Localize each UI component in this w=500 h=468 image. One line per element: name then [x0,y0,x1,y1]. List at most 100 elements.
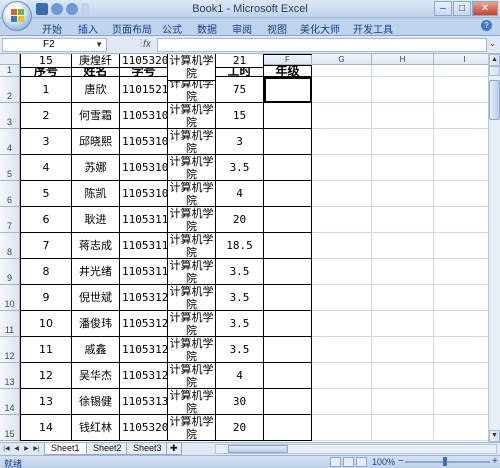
table-cell[interactable]: 苏娜 [72,155,120,181]
chevron-down-icon[interactable]: ▼ [95,39,103,51]
cell[interactable] [434,77,488,103]
expand-formula-bar-icon[interactable]: ⌄ [489,39,496,48]
table-cell[interactable]: 11053110 [120,207,168,233]
table-cell[interactable]: 计算机学院 [168,155,216,181]
column-header[interactable]: I [434,54,488,65]
cell[interactable] [434,129,488,155]
tab-home[interactable]: 开始 [42,21,62,36]
cell[interactable] [434,65,488,77]
table-cell[interactable]: 20 [216,207,264,233]
sheet-tab-2[interactable]: Sheet2 [86,443,129,455]
table-cell[interactable]: 8 [20,259,72,285]
table-cell[interactable]: 3 [216,129,264,155]
table-cell[interactable]: 4 [20,155,72,181]
formula-input[interactable] [157,38,487,52]
row-header[interactable]: 7 [0,207,20,233]
table-cell[interactable]: 计算机学院 [168,181,216,207]
page-break-view-icon[interactable] [356,457,367,467]
row-header[interactable]: 6 [0,181,20,207]
office-button[interactable] [2,1,32,31]
table-cell[interactable] [264,233,312,259]
column-header[interactable]: H [372,54,434,65]
table-cell[interactable] [264,389,312,415]
table-cell[interactable]: 5 [20,181,72,207]
horizontal-scrollbar[interactable] [215,444,497,454]
table-cell[interactable]: 计算机学院 [168,54,216,81]
table-cell[interactable]: 11053203 [120,415,168,441]
table-cell[interactable]: 11053108 [120,181,168,207]
cell[interactable] [434,259,488,285]
table-cell[interactable]: 徐锡健 [72,389,120,415]
table-cell[interactable]: 3.5 [216,337,264,363]
row-header[interactable]: 10 [0,285,20,311]
table-cell[interactable]: 计算机学院 [168,233,216,259]
row-header[interactable]: 14 [0,389,20,415]
row-header[interactable]: 12 [0,337,20,363]
cell[interactable] [372,311,434,337]
table-cell[interactable]: 15 [20,54,72,68]
table-cell[interactable]: 吴华杰 [72,363,120,389]
table-cell[interactable]: 14 [20,415,72,441]
prev-sheet-icon[interactable]: ◀ [12,444,21,454]
row-header[interactable]: 11 [0,311,20,337]
help-icon[interactable]: ? [481,20,492,31]
table-cell[interactable]: 11053124 [120,337,168,363]
table-cell[interactable] [264,54,312,55]
table-cell[interactable]: 11053106 [120,155,168,181]
table-cell[interactable] [264,285,312,311]
cell[interactable] [372,77,434,103]
row-header[interactable]: 1 [0,65,20,77]
hscroll-thumb[interactable] [228,445,288,453]
table-cell[interactable]: 潘俊玮 [72,311,120,337]
table-cell[interactable]: 75 [216,77,264,103]
cell[interactable] [312,207,372,233]
cell[interactable] [372,389,434,415]
cell[interactable] [434,103,488,129]
close-button[interactable]: ✕ [472,1,498,16]
cell[interactable] [312,65,372,77]
table-cell[interactable]: 计算机学院 [168,311,216,337]
cell[interactable] [372,363,434,389]
cell[interactable] [372,129,434,155]
row-header[interactable]: 5 [0,155,20,181]
cell[interactable] [312,363,372,389]
cell[interactable] [312,337,372,363]
last-sheet-icon[interactable]: ▶| [32,444,41,454]
table-cell[interactable]: 计算机学院 [168,415,216,441]
table-cell[interactable]: 3.5 [216,285,264,311]
table-cell[interactable]: 1 [20,77,72,103]
zoom-slider[interactable] [405,457,490,466]
table-cell[interactable]: 11 [20,337,72,363]
tab-view[interactable]: 视图 [267,21,287,36]
row-header[interactable]: 8 [0,233,20,259]
cell[interactable] [312,129,372,155]
table-cell[interactable]: 15 [216,103,264,129]
row-header[interactable]: 9 [0,259,20,285]
table-cell[interactable]: 计算机学院 [168,363,216,389]
table-cell[interactable]: 11053114 [120,233,168,259]
table-cell[interactable]: 11015218 [120,77,168,103]
table-cell[interactable]: 11053130 [120,389,168,415]
cell[interactable] [434,363,488,389]
table-cell[interactable] [264,337,312,363]
cell[interactable] [372,285,434,311]
table-cell[interactable]: 12 [20,363,72,389]
row-header[interactable]: 3 [0,103,20,129]
cell[interactable] [372,415,434,441]
sheet-tab-3[interactable]: Sheet3 [126,443,169,455]
row-header[interactable]: 2 [0,77,20,103]
scroll-up-icon[interactable]: ▲ [489,54,500,66]
cell[interactable] [372,103,434,129]
table-cell[interactable]: 11053102 [120,103,168,129]
table-cell[interactable]: 庚煌纤 [72,54,120,68]
cell[interactable] [312,259,372,285]
table-cell[interactable] [264,103,312,129]
table-cell[interactable]: 计算机学院 [168,285,216,311]
minimize-button[interactable]: – [434,1,452,16]
cell[interactable] [434,337,488,363]
next-sheet-icon[interactable]: ▶ [22,444,31,454]
tab-data[interactable]: 数据 [197,21,217,36]
row-header[interactable]: 13 [0,363,20,389]
tab-formulas[interactable]: 公式 [162,21,182,36]
row-header[interactable]: 15 [0,415,20,441]
